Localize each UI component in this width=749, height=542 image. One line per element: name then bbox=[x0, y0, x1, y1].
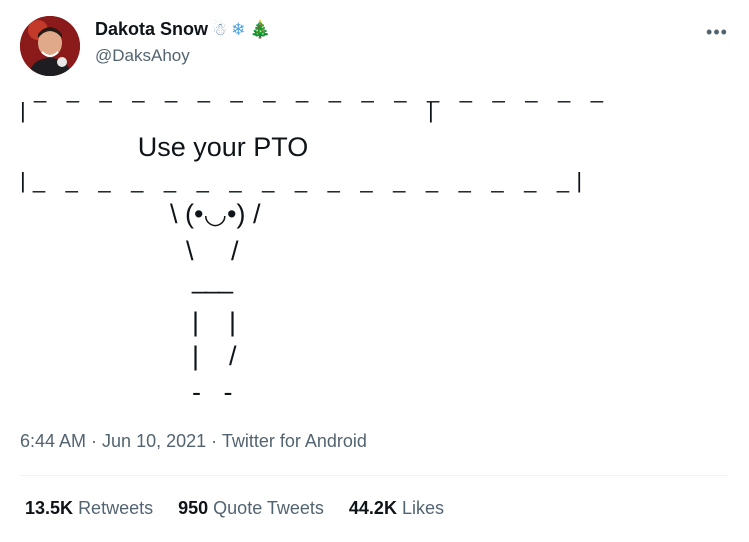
tweet-stats: 13.5K Retweets 950 Quote Tweets 44.2K Li… bbox=[25, 498, 444, 519]
tweet: Dakota Snow ☃ ❄ 🎄 @DaksAhoy ••• _ _ _ _ … bbox=[0, 0, 749, 542]
quote-tweets-label: Quote Tweets bbox=[213, 498, 324, 518]
figure-arms: \ / bbox=[186, 236, 239, 266]
author-handle[interactable]: @DaksAhoy bbox=[95, 46, 190, 66]
figure-feet: - - bbox=[192, 377, 233, 407]
sign-message: Use your PTO bbox=[137, 132, 309, 162]
quote-tweets-count: 950 bbox=[178, 498, 209, 518]
retweets-label: Retweets bbox=[78, 498, 154, 518]
meta-separator: · bbox=[86, 431, 103, 451]
more-horizontal-icon[interactable]: ••• bbox=[703, 18, 731, 46]
quote-tweets-stat[interactable]: 950 Quote Tweets bbox=[178, 498, 324, 519]
author-name[interactable]: Dakota Snow ☃ ❄ 🎄 bbox=[95, 19, 271, 40]
meta-separator: · bbox=[206, 431, 222, 451]
sign-top-border: _ _ _ _ _ _ _ _ _ _ _ _ _ _ _ _ _ _ bbox=[34, 78, 611, 103]
tweet-time[interactable]: 6:44 AM bbox=[20, 431, 86, 451]
author-name-text: Dakota Snow bbox=[95, 19, 209, 39]
sign-bottom-border: |_ _ _ _ _ _ _ _ _ _ _ _ _ _ _ _ _| bbox=[20, 168, 590, 193]
retweets-count: 13.5K bbox=[25, 498, 74, 518]
likes-stat[interactable]: 44.2K Likes bbox=[349, 498, 444, 519]
tweet-date[interactable]: Jun 10, 2021 bbox=[102, 431, 206, 451]
avatar[interactable] bbox=[20, 16, 80, 76]
likes-count: 44.2K bbox=[348, 498, 397, 518]
figure-head: \ (•◡•) / bbox=[170, 199, 261, 229]
figure-legs-lower: | / bbox=[192, 341, 237, 371]
divider bbox=[20, 475, 728, 476]
figure-legs-upper: | | bbox=[192, 307, 237, 337]
tweet-source[interactable]: Twitter for Android bbox=[222, 431, 367, 451]
figure-waist: ___ bbox=[192, 264, 233, 294]
sign-left-bar: | bbox=[20, 98, 26, 123]
christmas-tree-emoji-icon: 🎄 bbox=[249, 19, 271, 40]
likes-label: Likes bbox=[401, 498, 444, 518]
retweets-stat[interactable]: 13.5K Retweets bbox=[25, 498, 153, 519]
snowman-emoji-icon: ☃ bbox=[212, 19, 228, 40]
avatar-photo bbox=[20, 16, 80, 76]
sign-right-bar: | bbox=[428, 98, 434, 123]
tweet-metadata: 6:44 AM · Jun 10, 2021 · Twitter for And… bbox=[20, 431, 367, 452]
snowflake-emoji-icon: ❄ bbox=[231, 19, 246, 40]
